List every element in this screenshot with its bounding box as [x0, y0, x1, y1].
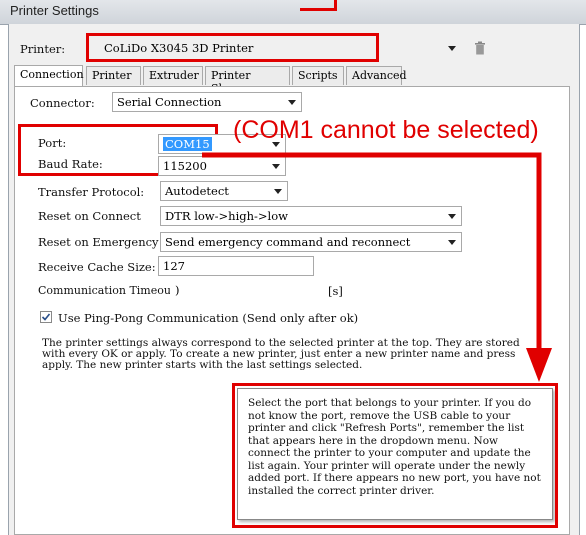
annotation-text: (COM1 cannot be selected) [233, 116, 539, 144]
port-value: COM15 [163, 137, 212, 151]
chevron-down-icon [288, 100, 296, 105]
baud-rate-label: Baud Rate: [38, 157, 103, 171]
annotation-arrow [202, 152, 552, 382]
chevron-down-icon [448, 46, 456, 51]
printer-highlight-box [86, 33, 379, 62]
reset-emergency-label: Reset on Emergency [38, 235, 159, 249]
pingpong-checkbox[interactable] [40, 311, 52, 323]
timeout-label: Communication Timeout: [38, 284, 180, 297]
trash-icon[interactable] [474, 40, 486, 59]
connector-label: Connector: [30, 96, 95, 110]
connector-value: Serial Connection [117, 95, 222, 109]
tooltip-highlight-box [232, 383, 558, 528]
tab-connection[interactable]: Connection [14, 65, 84, 86]
reset-connect-label: Reset on Connect [38, 209, 141, 223]
cache-size-label: Receive Cache Size: [38, 260, 156, 274]
transfer-protocol-label: Transfer Protocol: [38, 185, 145, 199]
title-bar: Printer Settings [0, 0, 586, 25]
checkmark-icon [41, 313, 51, 321]
tab-extruder[interactable]: Extruder [143, 66, 203, 85]
printer-label: Printer: [20, 42, 66, 56]
connector-select[interactable]: Serial Connection [112, 92, 302, 112]
window-title: Printer Settings [10, 3, 99, 18]
tab-printer-shape[interactable]: Printer Shape [205, 66, 290, 95]
annotation-mark [300, 0, 337, 11]
tab-printer[interactable]: Printer [86, 66, 141, 85]
port-label: Port: [38, 136, 67, 150]
tab-scripts[interactable]: Scripts [292, 66, 344, 85]
tab-advanced[interactable]: Advanced [346, 66, 407, 85]
